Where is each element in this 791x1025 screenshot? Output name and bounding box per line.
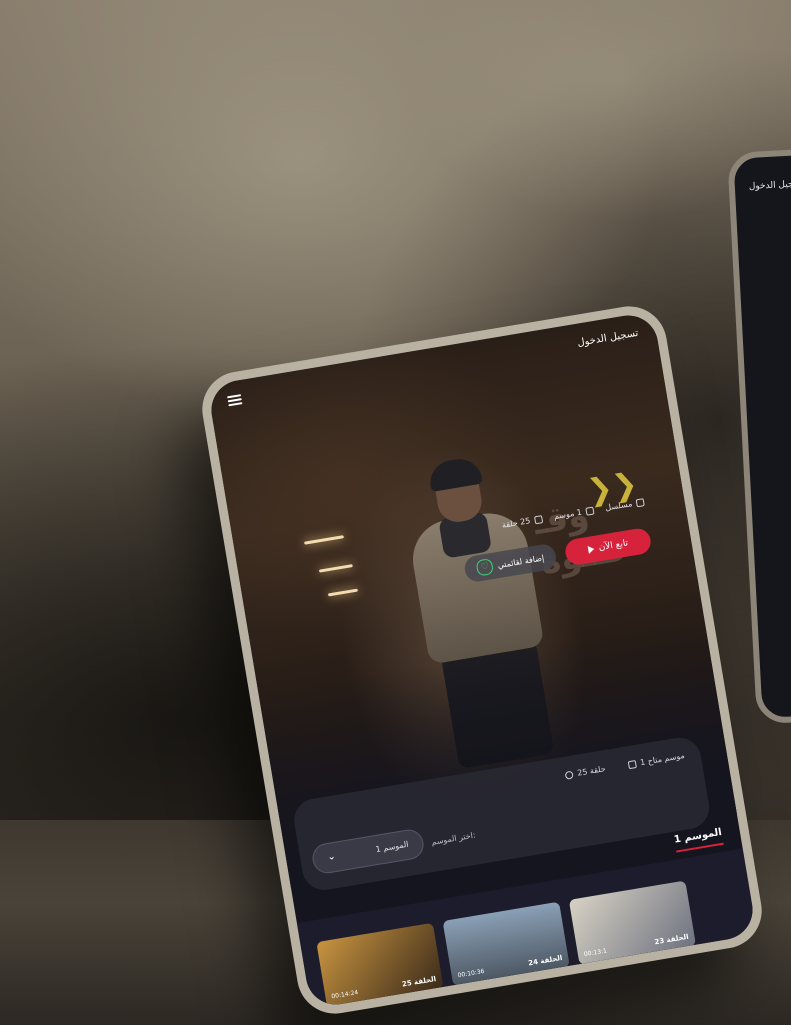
episode-card[interactable]: الحلقة 24 00:10:36 — [442, 901, 570, 987]
menu-icon[interactable] — [227, 394, 243, 407]
layers-icon — [584, 506, 595, 516]
tablet-screen: تسجيل الدخول ❯❯ وقـ طـوة مسلسل 1 موسم 25… — [206, 311, 758, 1009]
login-link[interactable]: تسجيل الدخول — [577, 328, 640, 349]
episode-card[interactable]: الحلقة 23 00:13:1 — [568, 880, 697, 966]
episode-count: 25 حلقة — [564, 764, 606, 780]
ceiling-lamp — [318, 564, 353, 573]
film-icon — [635, 497, 645, 507]
chevron-down-icon: ⌄ — [326, 850, 337, 864]
ceiling-lamp — [304, 535, 344, 545]
ceiling-lamp — [327, 588, 358, 597]
choose-season-label: اختر الموسم: — [430, 830, 477, 847]
episode-card[interactable]: الحلقة 25 00:14:24 — [316, 922, 444, 1008]
heart-icon: ♡ — [475, 558, 494, 577]
list-icon — [533, 514, 543, 524]
play-icon — [587, 545, 595, 554]
tab-season-1[interactable]: الموسم 1 — [673, 826, 724, 853]
secondary-login-link[interactable]: تسجيل الدخول — [749, 179, 791, 192]
layers-icon — [627, 759, 637, 769]
play-circle-icon — [564, 770, 575, 780]
season-select[interactable]: الموسم 1 ⌄ — [310, 827, 426, 876]
seasons-available: 1 موسم متاح — [627, 751, 685, 769]
